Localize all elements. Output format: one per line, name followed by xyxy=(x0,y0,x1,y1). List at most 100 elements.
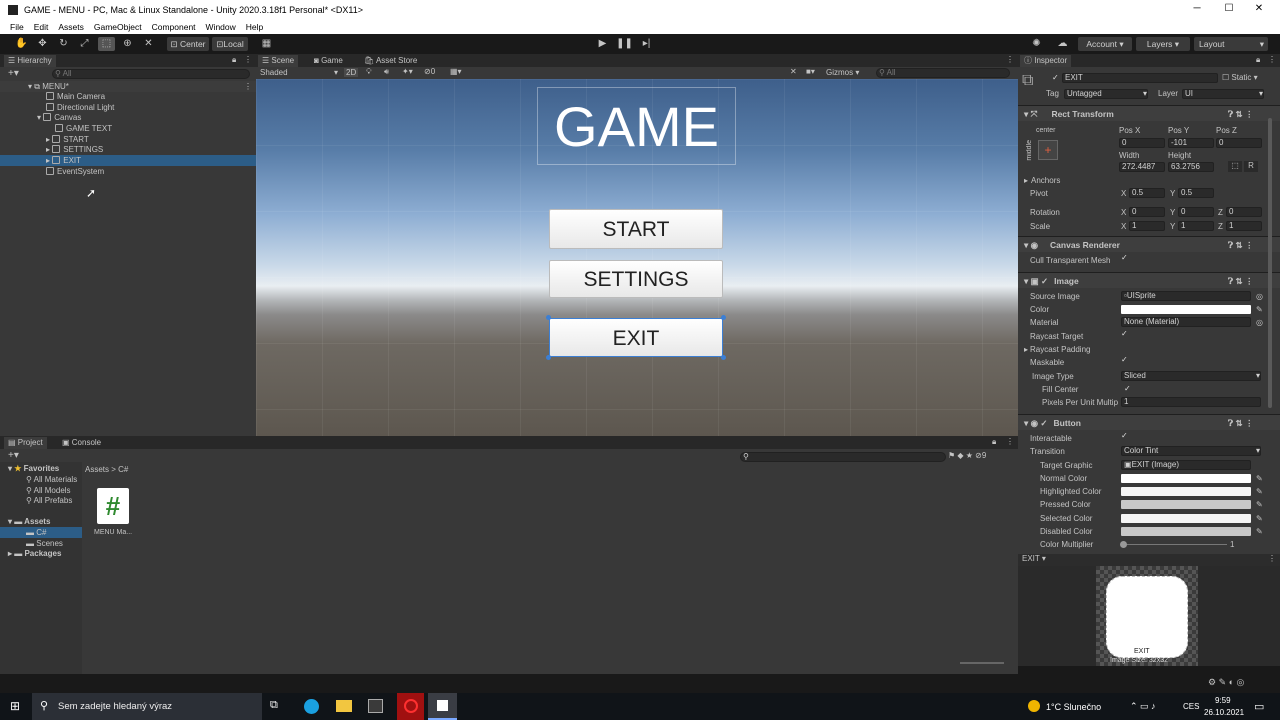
cloud-icon[interactable]: ☁ xyxy=(1054,37,1071,51)
menu-component[interactable]: Component xyxy=(152,20,196,34)
audio-icon[interactable]: 🔊︎ xyxy=(384,67,389,77)
fav-all-materials[interactable]: ⚲ All Materials xyxy=(26,475,77,484)
2d-toggle[interactable]: 2D xyxy=(344,68,359,77)
step-icon[interactable]: ▸| xyxy=(638,37,655,51)
scale-tool-icon[interactable]: ⤢ xyxy=(76,37,93,51)
target-graphic-field[interactable]: ▣EXIT (Image) xyxy=(1121,460,1251,470)
anchor-presets-button[interactable]: + xyxy=(1038,140,1058,160)
file-explorer-icon[interactable] xyxy=(336,700,352,712)
kebab-icon[interactable]: ⋮ xyxy=(1006,55,1014,64)
static-toggle[interactable]: ☐ Static ▾ xyxy=(1222,73,1258,82)
weather-text[interactable]: 1°C Slunečno xyxy=(1046,702,1101,712)
favorites-folder[interactable]: ▾ ★ Favorites xyxy=(8,464,59,473)
rot-z-field[interactable]: 0 xyxy=(1226,207,1262,217)
script-file-label[interactable]: MENU Ma... xyxy=(94,529,132,536)
camera-icon[interactable]: ■▾ xyxy=(806,67,815,76)
minimize-icon[interactable]: ─ xyxy=(1190,3,1204,14)
status-icons[interactable]: ⚙ ✎ ◐ ◎ xyxy=(1208,677,1244,688)
play-icon[interactable]: ▶ xyxy=(594,37,611,51)
hierarchy-item-settings[interactable]: ▸ SETTINGS xyxy=(0,144,256,155)
breadcrumb-assets[interactable]: Assets xyxy=(85,465,109,474)
rect-handle[interactable] xyxy=(546,315,551,320)
raycast-padding-foldout[interactable]: ▸ Raycast Padding xyxy=(1018,343,1280,356)
tag-dropdown[interactable]: Untagged ▾ xyxy=(1064,89,1148,99)
kebab-icon[interactable]: ⋮ xyxy=(1268,55,1276,64)
fav-all-models[interactable]: ⚲ All Models xyxy=(26,486,71,495)
button-component-header[interactable]: ▾ ◉ ✓ Button ❓︎ ⇅ ⋮ xyxy=(1018,414,1280,430)
packages-folder[interactable]: ▸ ▬ Packages xyxy=(8,549,61,558)
lock-icon[interactable]: 🔒︎ xyxy=(1256,55,1260,65)
add-icon[interactable]: +▾ xyxy=(8,450,19,461)
pos-y-field[interactable]: -101 xyxy=(1168,138,1214,148)
rect-handle[interactable] xyxy=(721,355,726,360)
multiplier-slider[interactable] xyxy=(1123,544,1227,545)
transition-dropdown[interactable]: Color Tint ▾ xyxy=(1121,446,1261,456)
inspector-scrollbar[interactable] xyxy=(1268,118,1272,408)
color-swatch[interactable] xyxy=(1121,305,1251,314)
normal-color-swatch[interactable] xyxy=(1121,474,1251,483)
rect-handle[interactable] xyxy=(721,315,726,320)
menu-assets[interactable]: Assets xyxy=(58,20,84,34)
pivot-local-button[interactable]: ⊡Local xyxy=(212,37,248,51)
maximize-icon[interactable]: ☐ xyxy=(1222,3,1236,14)
cull-checkbox[interactable]: ✓ xyxy=(1121,254,1129,262)
notification-icon[interactable]: ▭ xyxy=(1254,700,1264,713)
tab-scene[interactable]: ☰ Scene xyxy=(258,55,299,67)
filter-icons[interactable]: ⚑ ◆ ★ ⊘9 xyxy=(948,451,986,460)
tab-asset-store[interactable]: 🛍︎ Asset Store xyxy=(360,55,421,67)
interactable-checkbox[interactable]: ✓ xyxy=(1121,432,1129,440)
rect-tool-icon[interactable]: ⬚ xyxy=(98,37,115,51)
lock-icon[interactable]: 🔒︎ xyxy=(232,55,236,65)
eyedropper-icon[interactable]: ✎ xyxy=(1256,498,1263,511)
project-search-input[interactable]: ⚲ xyxy=(740,452,946,462)
pivot-center-button[interactable]: ⊡ Center xyxy=(167,37,209,51)
pos-x-field[interactable]: 0 xyxy=(1119,138,1165,148)
scene-search-input[interactable]: ⚲ All xyxy=(876,68,1010,78)
layers-dropdown[interactable]: Layers ▾ xyxy=(1136,37,1190,51)
settings-button[interactable]: SETTINGS xyxy=(549,260,723,298)
breadcrumb-csharp[interactable]: C# xyxy=(118,465,128,474)
csharp-script-icon[interactable]: # xyxy=(97,488,129,524)
tab-hierarchy[interactable]: ☰ Hierarchy xyxy=(4,55,56,67)
rot-x-field[interactable]: 0 xyxy=(1129,207,1165,217)
disabled-color-swatch[interactable] xyxy=(1121,527,1251,536)
folder-scenes[interactable]: ▬ Scenes xyxy=(26,539,63,548)
assets-folder[interactable]: ▾ ▬ Assets xyxy=(8,517,50,526)
menu-edit[interactable]: Edit xyxy=(34,20,49,34)
tab-inspector[interactable]: ⓘ Inspector xyxy=(1020,55,1072,67)
hierarchy-item-canvas[interactable]: ▾ Canvas xyxy=(0,112,256,123)
opera-icon[interactable] xyxy=(397,693,424,720)
hierarchy-item-exit[interactable]: ▸ EXIT xyxy=(0,155,256,166)
add-icon[interactable]: +▾ xyxy=(8,68,19,79)
lighting-icon[interactable]: 💡︎ xyxy=(366,67,372,77)
move-tool-icon[interactable]: ✥ xyxy=(34,37,51,51)
pos-z-field[interactable]: 0 xyxy=(1216,138,1262,148)
object-picker-icon[interactable]: ◎ xyxy=(1256,316,1263,329)
canvas-renderer-header[interactable]: ▾ ◉ Canvas Renderer ❓︎ ⇅ ⋮ xyxy=(1018,236,1280,252)
tray-icons[interactable]: ⌃ ▭ ♪ xyxy=(1130,701,1156,712)
menu-help[interactable]: Help xyxy=(246,20,263,34)
source-image-field[interactable]: ▫UISprite xyxy=(1121,291,1251,301)
tab-console[interactable]: ▣ Console xyxy=(58,437,105,449)
scale-z-field[interactable]: 1 xyxy=(1226,221,1262,231)
grid-icon[interactable]: ▦▾ xyxy=(450,67,462,76)
fav-all-prefabs[interactable]: ⚲ All Prefabs xyxy=(26,496,72,505)
hierarchy-item-eventsystem[interactable]: EventSystem xyxy=(0,166,256,177)
eyedropper-icon[interactable]: ✎ xyxy=(1256,512,1263,525)
scale-x-field[interactable]: 1 xyxy=(1129,221,1165,231)
icon-size-slider[interactable] xyxy=(960,662,1004,664)
edge-icon[interactable] xyxy=(304,699,319,714)
taskbar-search-input[interactable]: ⚲ Sem zadejte hledaný výraz xyxy=(32,693,262,720)
eyedropper-icon[interactable]: ✎ xyxy=(1256,525,1263,538)
gizmos-dropdown[interactable]: Gizmos ▾ xyxy=(826,68,859,77)
scene-viewport[interactable]: GAME START SETTINGS EXIT xyxy=(256,79,1018,436)
eyedropper-icon[interactable]: ✎ xyxy=(1256,472,1263,485)
anchors-foldout[interactable]: ▸ Anchors xyxy=(1018,174,1280,187)
close-icon[interactable]: ✕ xyxy=(1252,3,1266,14)
start-button[interactable]: START xyxy=(549,209,723,249)
object-picker-icon[interactable]: ◎ xyxy=(1256,290,1263,303)
ppu-field[interactable]: 1 xyxy=(1121,397,1261,407)
pressed-color-swatch[interactable] xyxy=(1121,500,1251,509)
effects-icon[interactable]: ✦▾ xyxy=(402,67,413,76)
raycast-target-checkbox[interactable]: ✓ xyxy=(1121,330,1129,338)
